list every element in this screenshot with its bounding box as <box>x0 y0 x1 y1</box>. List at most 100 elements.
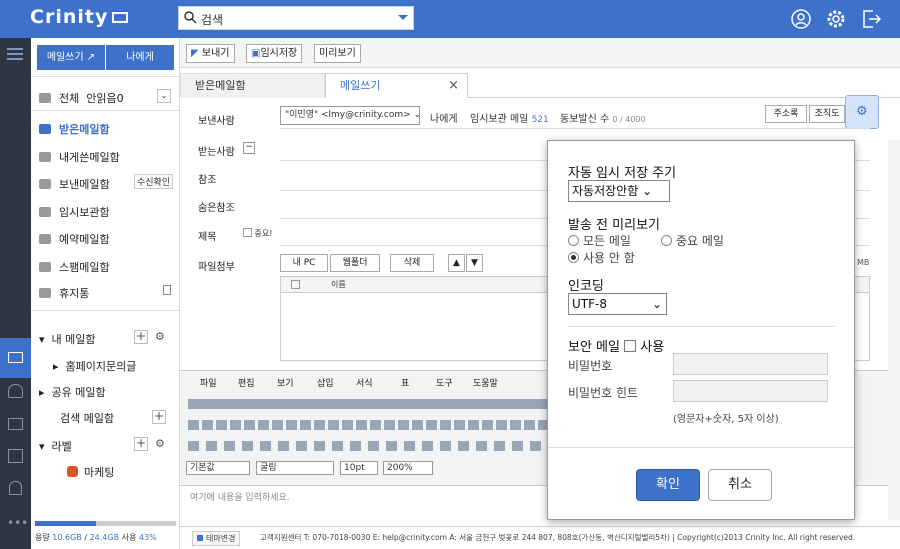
gear-icon[interactable] <box>825 8 847 30</box>
close-icon[interactable]: × <box>448 74 459 98</box>
search-input[interactable]: 검색 <box>201 11 223 28</box>
theme-button[interactable]: 테마변경 <box>192 531 241 546</box>
zoom-select[interactable]: 200% <box>383 461 433 475</box>
chevron-down-icon[interactable] <box>398 15 408 20</box>
labels-row[interactable]: ▾ 라벨 <box>39 438 72 454</box>
editor-tool-icon[interactable] <box>242 441 253 451</box>
sidebar-item-spam[interactable]: 스팸메일함 <box>39 259 110 275</box>
editor-tool-icon[interactable] <box>458 441 469 451</box>
calendar-icon[interactable] <box>8 449 23 463</box>
compose-button[interactable]: 메일쓰기 ↗ <box>37 45 105 70</box>
folder-icon[interactable] <box>8 418 23 430</box>
editor-tool-icon[interactable] <box>216 420 227 430</box>
preview-button[interactable]: 미리보기 <box>314 44 361 63</box>
add-label-button[interactable]: + <box>134 437 148 451</box>
editor-tool-icon[interactable] <box>386 441 397 451</box>
rail-mail-selected[interactable] <box>0 338 31 378</box>
menu-file[interactable]: 파일 <box>200 376 217 389</box>
to-me-link[interactable]: 나에게 <box>430 110 458 125</box>
search-mailbox-row[interactable]: 검색 메일함 <box>60 410 114 426</box>
drafts-count[interactable]: 임시보관 메일 521 <box>470 110 549 125</box>
label-marketing[interactable]: 마케팅 <box>67 464 114 480</box>
menu-edit[interactable]: 편집 <box>238 376 255 389</box>
editor-tool-icon[interactable] <box>384 420 395 430</box>
editor-tool-icon[interactable] <box>370 420 381 430</box>
encoding-select[interactable]: UTF-8 ⌄ <box>568 293 667 315</box>
send-button[interactable]: ◤ 보내기 <box>186 44 235 63</box>
move-up-button[interactable]: ▲ <box>448 254 465 272</box>
editor-tool-icon[interactable] <box>398 420 409 430</box>
sender-select[interactable]: "이민영" <lmy@crinity.com> ⌄ <box>280 106 420 125</box>
menu-table[interactable]: 표 <box>401 376 409 389</box>
editor-tool-icon[interactable] <box>286 420 297 430</box>
chevron-down-icon[interactable]: ⌄ <box>157 89 171 103</box>
editor-tool-icon[interactable] <box>188 420 199 430</box>
editor-tool-icon[interactable] <box>260 441 271 451</box>
logout-icon[interactable] <box>860 8 882 30</box>
editor-tool-icon[interactable] <box>454 420 465 430</box>
collapse-icon[interactable]: − <box>243 142 255 154</box>
search-box[interactable]: 검색 <box>178 6 414 30</box>
menu-icon[interactable] <box>7 48 23 60</box>
all-mail-row[interactable]: 전체 안읽음0 <box>39 90 124 106</box>
add-folder-button[interactable]: + <box>134 330 148 344</box>
to-me-button[interactable]: 나에게 <box>106 45 174 70</box>
org-chart-button[interactable]: 조직도 <box>809 105 845 123</box>
editor-tool-icon[interactable] <box>258 420 269 430</box>
tab-compose[interactable]: 메일쓰기 × <box>325 73 468 98</box>
editor-tool-icon[interactable] <box>300 420 311 430</box>
sidebar-item-sent[interactable]: 보낸메일함 <box>39 176 110 192</box>
editor-tool-icon[interactable] <box>422 441 433 451</box>
editor-tool-icon[interactable] <box>440 441 451 451</box>
page-scrollbar[interactable] <box>888 140 900 520</box>
autosave-select[interactable]: 자동저장안함 ⌄ <box>568 180 670 202</box>
preview-option-important[interactable]: 중요 메일 <box>661 232 724 249</box>
secure-checkbox[interactable] <box>624 340 637 352</box>
menu-format[interactable]: 서식 <box>356 376 373 389</box>
sidebar-item-self[interactable]: 내게쓴메일함 <box>39 149 120 165</box>
editor-tool-icon[interactable] <box>296 441 307 451</box>
editor-tool-icon[interactable] <box>412 420 423 430</box>
font-face-select[interactable]: 굴림 <box>256 461 334 475</box>
shared-mailbox-row[interactable]: ▸ 공유 메일함 <box>39 384 106 400</box>
password-field[interactable] <box>673 353 828 375</box>
app-logo[interactable]: Crinity <box>30 6 129 28</box>
editor-tool-icon[interactable] <box>272 420 283 430</box>
add-search-mailbox-button[interactable]: + <box>152 410 166 424</box>
save-draft-button[interactable]: ▣임시저장 <box>246 44 303 63</box>
menu-view[interactable]: 보기 <box>277 376 294 389</box>
user-icon[interactable] <box>790 8 812 30</box>
my-pc-button[interactable]: 내 PC <box>280 254 328 272</box>
preview-option-none[interactable]: 사용 안 함 <box>568 249 635 266</box>
editor-tool-icon[interactable] <box>494 441 505 451</box>
cancel-button[interactable]: 취소 <box>708 469 772 501</box>
editor-tool-icon[interactable] <box>224 441 235 451</box>
editor-tool-icon[interactable] <box>482 420 493 430</box>
editor-tool-icon[interactable] <box>356 420 367 430</box>
password-hint-field[interactable] <box>673 380 828 402</box>
menu-tools[interactable]: 도구 <box>436 376 453 389</box>
settings-icon[interactable]: ⚙ <box>155 437 165 450</box>
editor-tool-icon[interactable] <box>314 420 325 430</box>
select-all-checkbox[interactable] <box>291 280 300 289</box>
sidebar-item-drafts[interactable]: 임시보관함 <box>39 204 110 220</box>
sidebar-item-trash[interactable]: 휴지통 <box>39 285 89 301</box>
editor-tool-icon[interactable] <box>404 441 415 451</box>
editor-tool-icon[interactable] <box>206 441 217 451</box>
editor-tool-icon[interactable] <box>278 441 289 451</box>
my-mailbox-row[interactable]: ▾ 내 메일함 <box>39 331 96 347</box>
editor-tool-icon[interactable] <box>328 420 339 430</box>
editor-tool-icon[interactable] <box>524 420 535 430</box>
important-checkbox[interactable]: 중요! <box>243 228 272 239</box>
tab-inbox[interactable]: 받은메일함 <box>180 73 325 98</box>
editor-tool-icon[interactable] <box>332 441 343 451</box>
folder-homepage[interactable]: ▸ 홈페이지문의글 <box>53 358 136 374</box>
editor-tool-icon[interactable] <box>496 420 507 430</box>
menu-help[interactable]: 도움말 <box>473 376 498 389</box>
delete-attachment-button[interactable]: 삭제 <box>390 254 434 272</box>
editor-tool-icon[interactable] <box>230 420 241 430</box>
editor-tool-icon[interactable] <box>468 420 479 430</box>
more-icon[interactable]: ••• <box>7 516 28 530</box>
editor-tool-icon[interactable] <box>476 441 487 451</box>
font-size-select[interactable]: 10pt <box>340 461 378 475</box>
